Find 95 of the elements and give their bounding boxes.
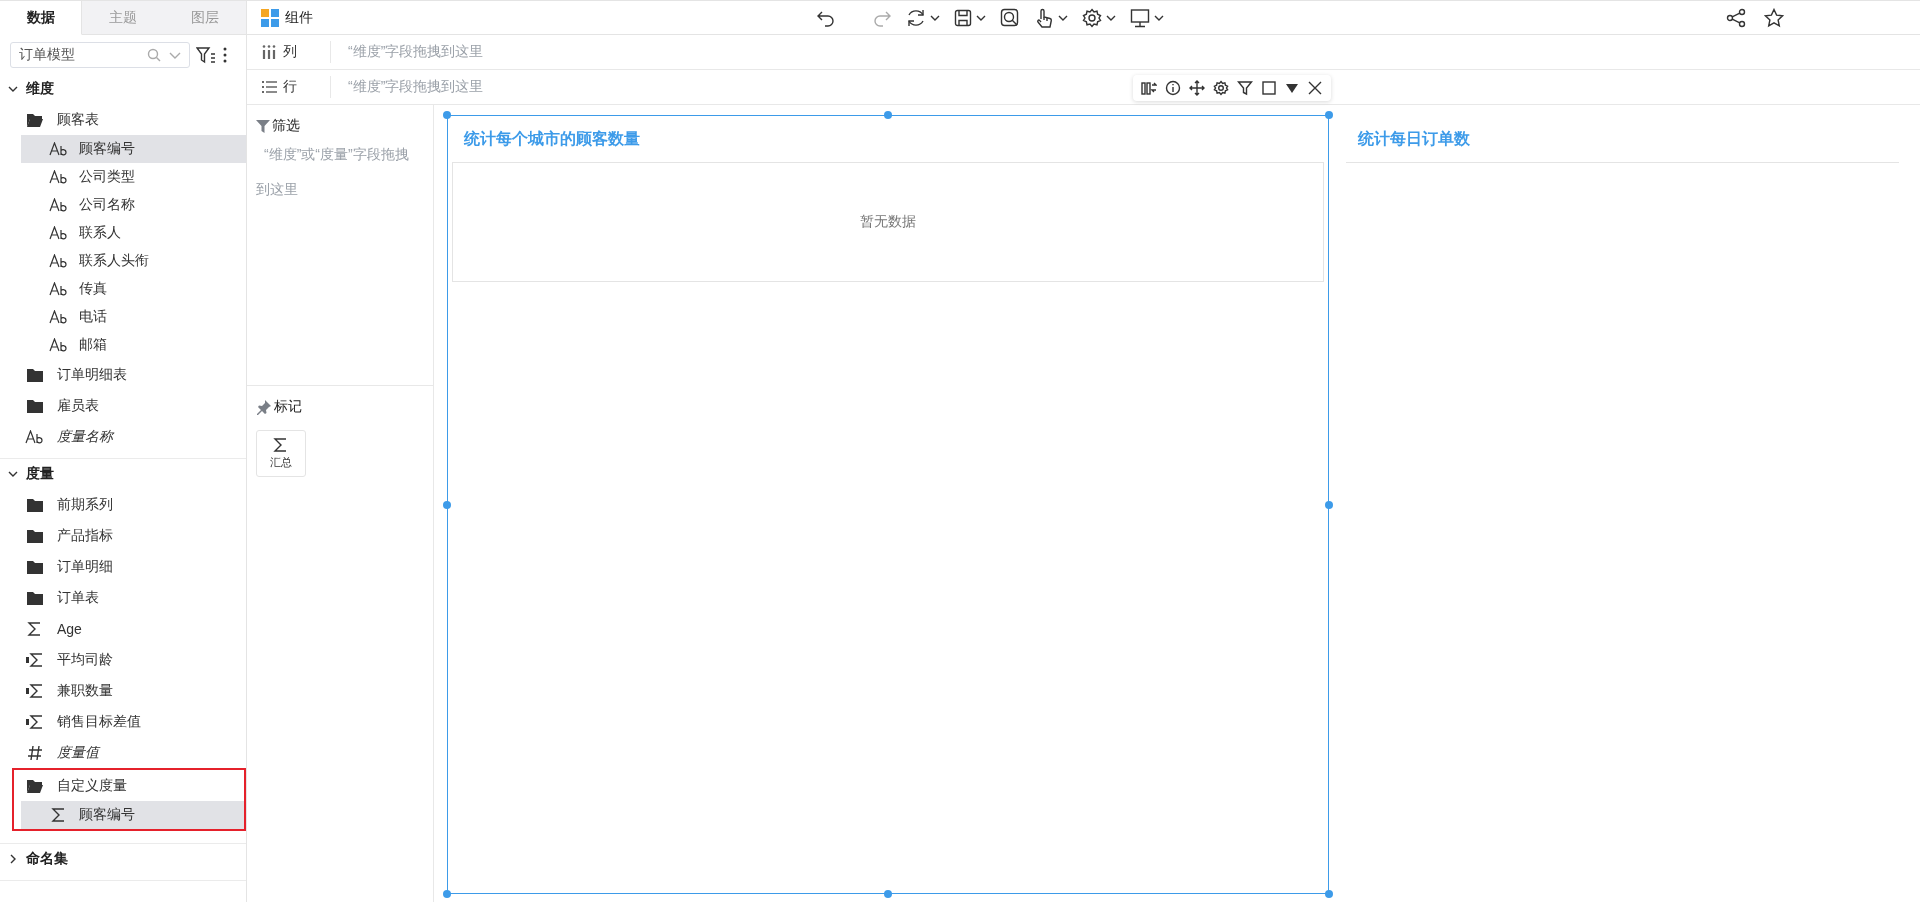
shelf-label: 列 bbox=[283, 43, 297, 61]
tree-item[interactable]: 平均司龄 bbox=[0, 644, 246, 675]
tree-item[interactable]: 联系人 bbox=[21, 219, 246, 247]
maximize-icon[interactable] bbox=[1261, 80, 1277, 96]
settings-icon[interactable] bbox=[1081, 7, 1102, 28]
calculated-sigma-icon bbox=[25, 713, 45, 730]
star-icon[interactable] bbox=[1764, 7, 1784, 28]
chevron-right-icon bbox=[8, 854, 18, 864]
folder-icon bbox=[26, 527, 44, 544]
text-type-icon bbox=[49, 338, 69, 352]
text-type-icon bbox=[49, 282, 69, 296]
monitor-icon[interactable] bbox=[1129, 7, 1150, 28]
tree-item[interactable]: 订单明细表 bbox=[0, 359, 246, 390]
folder-icon bbox=[26, 496, 44, 513]
tree-item[interactable]: 度量值 bbox=[0, 737, 246, 768]
save-icon[interactable] bbox=[953, 8, 972, 27]
components-grid-icon bbox=[261, 8, 279, 27]
tree-item[interactable]: 订单明细 bbox=[0, 551, 246, 582]
tree-item[interactable]: 度量名称 bbox=[0, 421, 246, 452]
tree-item[interactable]: Age bbox=[0, 613, 246, 644]
chevron-down-icon bbox=[8, 469, 18, 479]
text-type-icon bbox=[25, 429, 45, 444]
tree-item[interactable]: 销售目标差值 bbox=[0, 706, 246, 737]
resize-handle[interactable] bbox=[884, 111, 892, 119]
tree-item[interactable]: 前期系列 bbox=[0, 489, 246, 520]
preview-icon[interactable] bbox=[999, 7, 1020, 28]
chart-swap-icon[interactable] bbox=[1141, 80, 1157, 96]
resize-handle[interactable] bbox=[1325, 500, 1333, 509]
resize-handle[interactable] bbox=[1325, 890, 1333, 898]
tree-item[interactable]: 雇员表 bbox=[0, 390, 246, 421]
text-type-icon bbox=[49, 254, 69, 268]
folder-icon bbox=[26, 397, 44, 414]
columns-icon bbox=[261, 44, 277, 60]
sigma-icon bbox=[27, 620, 43, 637]
more-icon[interactable] bbox=[222, 46, 228, 64]
resize-handle[interactable] bbox=[443, 500, 451, 509]
shelf-label: 行 bbox=[283, 78, 297, 96]
empty-message: 暂无数据 bbox=[860, 213, 916, 231]
text-type-icon bbox=[49, 170, 69, 184]
hash-icon bbox=[27, 744, 43, 761]
tree-item[interactable]: 顾客编号 bbox=[21, 801, 244, 829]
resize-handle[interactable] bbox=[443, 890, 451, 898]
tree-item[interactable]: 兼职数量 bbox=[0, 675, 246, 706]
chevron-down-icon bbox=[169, 50, 181, 60]
section-title: 标记 bbox=[274, 398, 302, 416]
tree-item[interactable]: 订单表 bbox=[0, 582, 246, 613]
tree-item[interactable]: 顾客编号 bbox=[21, 135, 246, 163]
tree-item[interactable]: 顾客表 bbox=[0, 104, 246, 135]
open-folder-icon bbox=[26, 111, 44, 128]
open-folder-icon bbox=[26, 777, 44, 794]
folder-icon bbox=[26, 558, 44, 575]
info-icon[interactable] bbox=[1165, 80, 1181, 96]
section-title: 筛选 bbox=[272, 117, 300, 135]
model-select[interactable]: 订单模型 bbox=[10, 42, 190, 68]
tree-group-header[interactable]: 命名集 bbox=[0, 844, 246, 874]
search-icon bbox=[147, 48, 161, 62]
chart-title: 统计每日订单数 bbox=[1346, 116, 1899, 163]
filter-list-icon[interactable] bbox=[196, 46, 216, 64]
toolbar-title: 组件 bbox=[285, 8, 313, 27]
share-icon[interactable] bbox=[1726, 7, 1746, 28]
list-icon bbox=[261, 79, 277, 95]
tree-item[interactable]: 自定义度量 bbox=[14, 770, 244, 801]
tree-item[interactable]: 联系人头衔 bbox=[21, 247, 246, 275]
tree-item[interactable]: 公司名称 bbox=[21, 191, 246, 219]
filter-icon[interactable] bbox=[1237, 80, 1253, 96]
resize-handle[interactable] bbox=[1325, 111, 1333, 119]
folder-icon bbox=[26, 366, 44, 383]
folder-icon bbox=[26, 589, 44, 606]
text-type-icon bbox=[49, 198, 69, 212]
text-type-icon bbox=[49, 142, 69, 156]
pin-icon bbox=[256, 399, 272, 415]
sigma-icon bbox=[273, 437, 289, 453]
calculated-sigma-icon bbox=[25, 651, 45, 668]
move-icon[interactable] bbox=[1189, 80, 1205, 96]
resize-handle[interactable] bbox=[443, 111, 451, 119]
close-icon[interactable] bbox=[1307, 80, 1323, 96]
tree-item[interactable]: 传真 bbox=[21, 275, 246, 303]
calculated-sigma-icon bbox=[25, 682, 45, 699]
text-type-icon bbox=[49, 310, 69, 324]
funnel-icon bbox=[256, 119, 270, 133]
sigma-icon bbox=[51, 807, 67, 823]
tree-item[interactable]: 电话 bbox=[21, 303, 246, 331]
mark-type-button[interactable]: 汇总 bbox=[256, 430, 306, 477]
chevron-down-icon bbox=[8, 84, 18, 94]
refresh-icon[interactable] bbox=[905, 7, 926, 28]
tree-group-header[interactable]: 度量 bbox=[0, 459, 246, 489]
tree-item[interactable]: 公司类型 bbox=[21, 163, 246, 191]
resize-handle[interactable] bbox=[884, 890, 892, 898]
chart-card[interactable]: 统计每个城市的顾客数量 暂无数据 bbox=[447, 115, 1329, 894]
text-type-icon bbox=[49, 226, 69, 240]
settings-icon[interactable] bbox=[1213, 80, 1229, 96]
tree-item[interactable]: 产品指标 bbox=[0, 520, 246, 551]
tree-item[interactable]: 邮箱 bbox=[21, 331, 246, 359]
chart-title: 统计每个城市的顾客数量 bbox=[462, 128, 641, 149]
tree-group-header[interactable]: 维度 bbox=[0, 74, 246, 104]
